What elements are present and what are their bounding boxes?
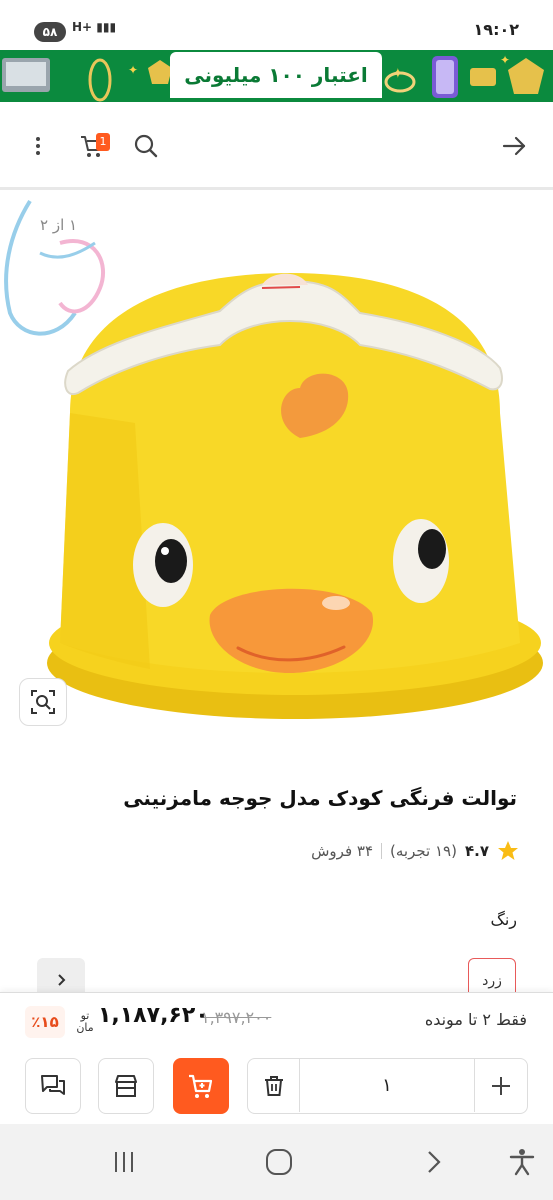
store-icon xyxy=(115,1075,137,1097)
chevron-right-icon xyxy=(428,1151,441,1173)
home-icon xyxy=(266,1149,292,1175)
plus-icon xyxy=(491,1076,510,1095)
rating-value: ۴.۷ xyxy=(464,842,489,860)
product-meta: ۴.۷ (۱۹ تجربه) ۳۴ فروش xyxy=(311,840,519,862)
add-to-cart-icon xyxy=(189,1074,213,1098)
arrow-right-icon xyxy=(502,136,526,156)
more-menu-button[interactable] xyxy=(18,126,58,166)
discount-badge: ٪۱۵ xyxy=(25,1006,65,1038)
search-button[interactable] xyxy=(126,126,166,166)
product-title: توالت فرنگی کودک مدل جوجه مامزنینی xyxy=(123,786,517,810)
chevron-left-icon xyxy=(58,974,66,986)
increase-quantity-button[interactable] xyxy=(474,1059,526,1112)
meta-divider xyxy=(381,843,383,859)
banner-title: اعتبار ۱۰۰ میلیونی xyxy=(170,52,382,98)
promo-banner[interactable]: ✦ ✦ ✦ اعتبار ۱۰۰ میلیونی xyxy=(0,50,553,102)
product-photo xyxy=(4,199,543,719)
quantity-value[interactable]: ۱ xyxy=(300,1059,474,1112)
sales-count: ۳۴ فروش xyxy=(311,842,374,860)
image-zoom-button[interactable] xyxy=(19,678,67,726)
svg-text:✦: ✦ xyxy=(128,63,138,77)
svg-text:✦: ✦ xyxy=(500,53,510,67)
image-counter: ۱ از ۲ xyxy=(40,216,78,234)
home-button[interactable] xyxy=(255,1138,303,1186)
system-back-button[interactable] xyxy=(410,1138,458,1186)
more-vert-icon xyxy=(36,137,40,155)
stock-notice: فقط ۲ تا مونده xyxy=(424,1010,527,1029)
remove-item-button[interactable] xyxy=(248,1059,300,1112)
recent-apps-button[interactable] xyxy=(100,1138,148,1186)
status-bar: ۵۸ H+ ▮▮▮ ۱۹:۰۲ xyxy=(0,0,553,50)
battery-indicator: ۵۸ xyxy=(34,22,66,42)
color-label: رنگ xyxy=(490,910,518,929)
add-to-cart-button[interactable] xyxy=(173,1058,229,1114)
currency-bottom: مان xyxy=(76,1021,94,1034)
currency-label: تو مان xyxy=(74,1010,96,1034)
store-button[interactable] xyxy=(98,1058,154,1114)
cart-badge: 1 xyxy=(96,133,110,151)
product-image-gallery[interactable] xyxy=(0,193,553,753)
image-search-icon xyxy=(31,690,55,714)
chat-button[interactable] xyxy=(25,1058,81,1114)
app-toolbar xyxy=(0,102,553,190)
quantity-stepper: ۱ xyxy=(247,1058,528,1114)
recent-apps-icon xyxy=(115,1152,133,1172)
status-clock: ۱۹:۰۲ xyxy=(473,20,519,39)
star-icon xyxy=(498,841,518,860)
original-price: ۱,۳۹۷,۲۰۰ xyxy=(201,1008,272,1027)
trash-icon xyxy=(264,1075,283,1096)
back-button[interactable] xyxy=(494,126,534,166)
network-type: H+ xyxy=(72,20,93,34)
current-price: ۱,۱۸۷,۶۲۰ xyxy=(98,1003,209,1028)
chat-icon xyxy=(41,1075,65,1095)
accessibility-button[interactable] xyxy=(498,1138,546,1186)
search-icon xyxy=(134,134,158,158)
review-count[interactable]: (۱۹ تجربه) xyxy=(390,842,457,860)
accessibility-icon xyxy=(509,1149,535,1176)
signal-icon: H+ ▮▮▮ xyxy=(72,20,117,34)
